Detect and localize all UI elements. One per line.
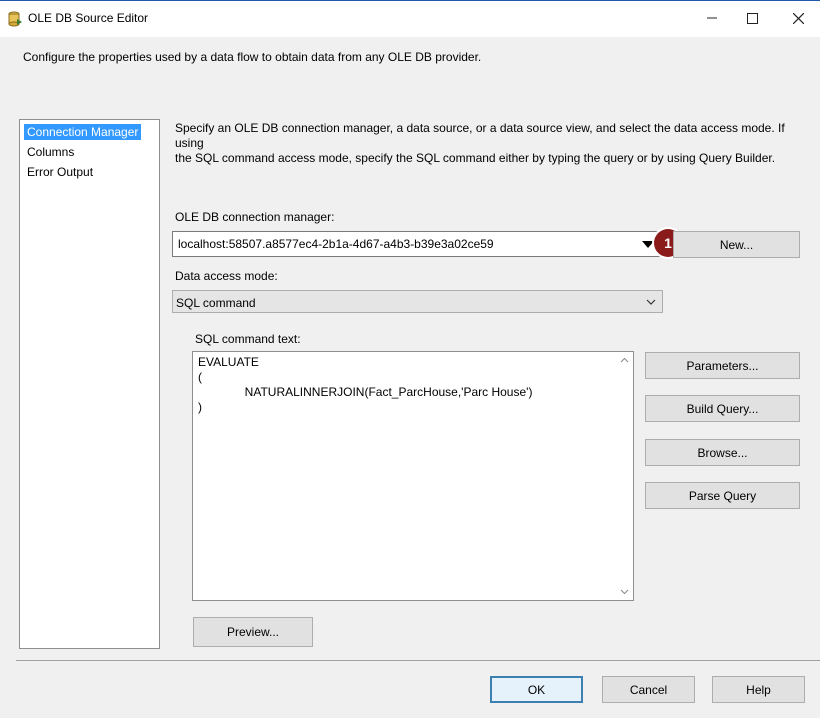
- dialog-description: Configure the properties used by a data …: [23, 50, 482, 64]
- footer-separator: [16, 660, 820, 661]
- sql-line: ): [198, 400, 202, 414]
- data-access-mode-value: SQL command: [176, 296, 256, 310]
- parse-query-button[interactable]: Parse Query: [645, 482, 800, 509]
- minimize-icon: [707, 17, 717, 19]
- connection-manager-combobox[interactable]: localhost:58507.a8577ec4-2b1a-4d67-a4b3-…: [172, 231, 661, 257]
- connection-manager-value: localhost:58507.a8577ec4-2b1a-4d67-a4b3-…: [178, 237, 494, 251]
- build-query-button[interactable]: Build Query...: [645, 395, 800, 422]
- browse-button[interactable]: Browse...: [645, 439, 800, 466]
- vertical-scrollbar[interactable]: [616, 352, 633, 600]
- title-bar: OLE DB Source Editor: [0, 0, 820, 37]
- ok-button[interactable]: OK: [490, 676, 583, 703]
- maximize-button[interactable]: [730, 3, 774, 33]
- nav-item-connection-manager[interactable]: Connection Manager: [24, 124, 142, 140]
- sql-line: EVALUATE: [198, 355, 259, 369]
- sql-line: NATURALINNERJOIN(Fact_ParcHouse,'Parc Ho…: [198, 385, 533, 399]
- scroll-down-icon[interactable]: [620, 589, 629, 595]
- sql-line: (: [198, 370, 202, 384]
- help-button[interactable]: Help: [712, 676, 805, 703]
- instructions-line-2: the SQL command access mode, specify the…: [175, 151, 776, 165]
- instructions: Specify an OLE DB connection manager, a …: [175, 121, 805, 166]
- data-access-mode-select[interactable]: SQL command: [172, 290, 663, 313]
- sql-command-text: EVALUATE( NATURALINNERJOIN(Fact_ParcHous…: [198, 355, 532, 415]
- new-connection-button[interactable]: New...: [673, 231, 800, 258]
- connection-manager-label: OLE DB connection manager:: [175, 210, 335, 224]
- dropdown-arrow-icon[interactable]: [642, 241, 654, 248]
- close-button[interactable]: [776, 3, 820, 33]
- sql-command-textarea[interactable]: EVALUATE( NATURALINNERJOIN(Fact_ParcHous…: [192, 351, 634, 601]
- page-nav-list: Connection Manager Columns Error Output: [19, 119, 160, 649]
- data-access-mode-label: Data access mode:: [175, 269, 278, 283]
- nav-item-error-output[interactable]: Error Output: [24, 164, 96, 180]
- sql-command-label: SQL command text:: [195, 332, 301, 346]
- minimize-button[interactable]: [690, 3, 734, 33]
- maximize-icon: [746, 12, 758, 24]
- instructions-line-1: Specify an OLE DB connection manager, a …: [175, 121, 785, 150]
- preview-button[interactable]: Preview...: [193, 617, 313, 647]
- scroll-up-icon[interactable]: [620, 357, 629, 363]
- cancel-button[interactable]: Cancel: [602, 676, 695, 703]
- close-icon: [792, 12, 804, 24]
- nav-item-columns[interactable]: Columns: [24, 144, 77, 160]
- ssis-source-icon: [8, 11, 22, 27]
- parameters-button[interactable]: Parameters...: [645, 352, 800, 379]
- chevron-down-icon: [646, 299, 656, 305]
- window-title: OLE DB Source Editor: [28, 11, 149, 25]
